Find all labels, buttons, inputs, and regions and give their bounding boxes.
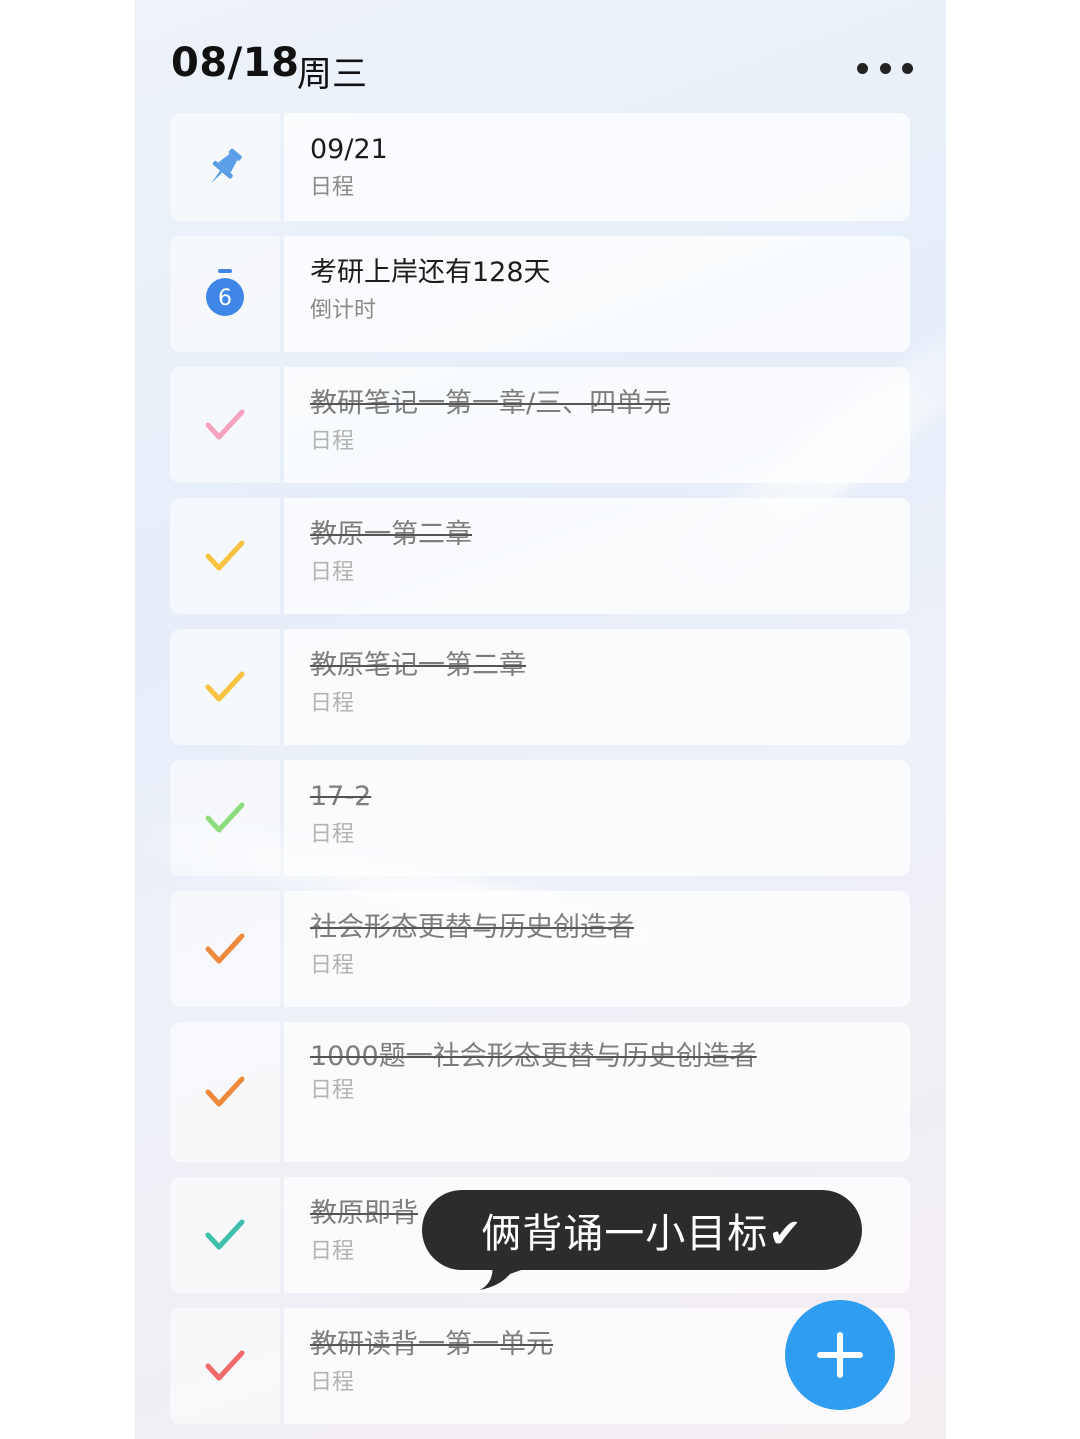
list-item[interactable]: 17-2 日程 (170, 760, 910, 876)
item-title: 17-2 (310, 781, 372, 812)
item-subtitle: 日程 (310, 1078, 355, 1103)
list-item[interactable]: 6 考研上岸还有128天 倒计时 (170, 236, 910, 352)
item-subtitle: 倒计时 (310, 298, 377, 323)
item-subtitle: 日程 (310, 822, 355, 847)
list-item[interactable]: 1000题一社会形态更替与历史创造者 日程 (170, 1022, 910, 1162)
check-icon (205, 933, 245, 964)
check-icon (205, 540, 245, 571)
check-icon (205, 1076, 245, 1107)
check-icon (205, 1219, 245, 1250)
item-subtitle: 日程 (310, 429, 355, 454)
item-title: 教原一第二章 (310, 519, 472, 550)
header-weekday: 周三 (297, 55, 368, 95)
item-title: 社会形态更替与历史创造者 (310, 912, 634, 943)
list-item[interactable]: 社会形态更替与历史创造者 日程 (170, 891, 910, 1007)
list-item[interactable]: 09/21 日程 (170, 113, 910, 221)
item-subtitle: 日程 (310, 953, 355, 978)
list-item[interactable]: 教原笔记一第二章 日程 (170, 629, 910, 745)
list-item[interactable]: 教研笔记一第一章/三、四单元 日程 (170, 367, 910, 483)
header-date: 08/18 (171, 40, 300, 86)
svg-text:6: 6 (218, 286, 232, 311)
item-title: 09/21 (310, 134, 388, 165)
check-icon (205, 1350, 245, 1381)
item-subtitle: 日程 (310, 175, 355, 200)
item-title: 1000题一社会形态更替与历史创造者 (310, 1041, 757, 1072)
plus-icon (817, 1332, 863, 1378)
countdown-timer-icon: 6 (206, 269, 244, 316)
item-subtitle: 日程 (310, 691, 355, 716)
check-icon (205, 409, 245, 440)
add-button[interactable] (785, 1300, 895, 1410)
check-icon (205, 802, 245, 833)
item-title: 教研笔记一第一章/三、四单元 (310, 388, 671, 419)
more-dots-icon[interactable] (857, 56, 913, 80)
item-title: 教原笔记一第二章 (310, 650, 526, 681)
list-item[interactable]: 教原一第二章 日程 (170, 498, 910, 614)
pin-icon (211, 148, 242, 184)
annotation-bubble: 俩背诵一小目标✔ (422, 1190, 862, 1270)
item-title: 考研上岸还有128天 (310, 257, 551, 288)
check-icon (205, 671, 245, 702)
item-subtitle: 日程 (310, 560, 355, 585)
